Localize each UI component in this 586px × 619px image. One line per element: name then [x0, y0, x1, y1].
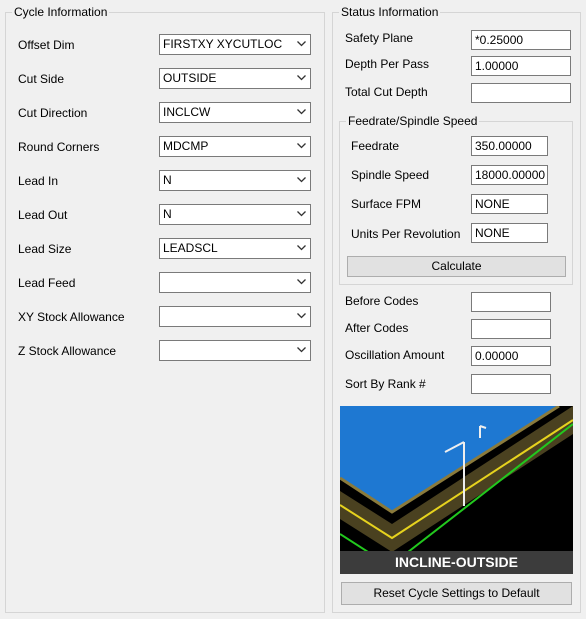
cut-direction-label: Cut Direction: [18, 106, 88, 120]
lead-in-dropdown[interactable]: N: [159, 170, 311, 191]
lead-in-value: N: [163, 173, 172, 187]
chevron-down-icon[interactable]: [293, 171, 310, 190]
z-stock-allowance-label: Z Stock Allowance: [18, 344, 117, 358]
lead-size-label: Lead Size: [18, 242, 72, 256]
lead-out-label: Lead Out: [18, 208, 68, 222]
chevron-down-icon[interactable]: [293, 137, 310, 156]
cut-direction-value: INCLCW: [163, 105, 211, 119]
chevron-down-icon[interactable]: [293, 205, 310, 224]
safety-plane-label: Safety Plane: [345, 31, 414, 45]
offset-dim-label: Offset Dim: [18, 38, 75, 52]
lead-in-label: Lead In: [18, 174, 59, 188]
xy-stock-allowance-dropdown[interactable]: [159, 306, 311, 327]
z-stock-allowance-dropdown[interactable]: [159, 340, 311, 361]
round-corners-label: Round Corners: [18, 140, 100, 154]
incline-outside-illustration: [340, 406, 573, 574]
round-corners-value: MDCMP: [163, 139, 209, 153]
sort-by-rank-label: Sort By Rank #: [345, 377, 426, 391]
lead-out-value: N: [163, 207, 172, 221]
lead-size-dropdown[interactable]: LEADSCL: [159, 238, 311, 259]
status-information-title: Status Information: [339, 5, 441, 19]
feedrate-spindle-title: Feedrate/Spindle Speed: [346, 114, 480, 128]
chevron-down-icon[interactable]: [293, 69, 310, 88]
surface-fpm-label: Surface FPM: [351, 197, 422, 211]
oscillation-amount-label: Oscillation Amount: [345, 348, 445, 362]
reset-cycle-settings-button[interactable]: Reset Cycle Settings to Default: [341, 582, 572, 605]
cycle-preview-image: INCLINE-OUTSIDE: [340, 406, 573, 574]
before-codes-label: Before Codes: [345, 294, 419, 308]
depth-per-pass-label: Depth Per Pass: [345, 57, 430, 71]
surface-fpm-field[interactable]: NONE: [471, 194, 548, 214]
after-codes-field[interactable]: [471, 319, 551, 339]
units-per-revolution-label: Units Per Revolution: [351, 227, 461, 241]
lead-feed-dropdown[interactable]: [159, 272, 311, 293]
offset-dim-value: FIRSTXY XYCUTLOC: [163, 37, 283, 51]
feedrate-field[interactable]: 350.00000: [471, 136, 548, 156]
cut-direction-dropdown[interactable]: INCLCW: [159, 102, 311, 123]
chevron-down-icon[interactable]: [293, 341, 310, 360]
chevron-down-icon[interactable]: [293, 307, 310, 326]
xy-stock-allowance-label: XY Stock Allowance: [18, 310, 125, 324]
chevron-down-icon[interactable]: [293, 35, 310, 54]
calculate-button[interactable]: Calculate: [347, 256, 566, 277]
chevron-down-icon[interactable]: [293, 239, 310, 258]
sort-by-rank-field[interactable]: [471, 374, 551, 394]
spindle-speed-label: Spindle Speed: [351, 168, 430, 182]
total-cut-depth-label: Total Cut Depth: [345, 85, 428, 99]
spindle-speed-field[interactable]: 18000.00000: [471, 165, 548, 185]
offset-dim-dropdown[interactable]: FIRSTXY XYCUTLOC: [159, 34, 311, 55]
preview-caption: INCLINE-OUTSIDE: [340, 551, 573, 574]
cycle-information-title: Cycle Information: [12, 5, 110, 19]
cut-side-value: OUTSIDE: [163, 71, 217, 85]
round-corners-dropdown[interactable]: MDCMP: [159, 136, 311, 157]
cut-side-label: Cut Side: [18, 72, 65, 86]
units-per-revolution-field[interactable]: NONE: [471, 223, 548, 243]
lead-feed-label: Lead Feed: [18, 276, 76, 290]
before-codes-field[interactable]: [471, 292, 551, 312]
oscillation-amount-field[interactable]: 0.00000: [471, 346, 551, 366]
total-cut-depth-field[interactable]: [471, 83, 571, 103]
chevron-down-icon[interactable]: [293, 103, 310, 122]
depth-per-pass-field[interactable]: 1.00000: [471, 56, 571, 76]
after-codes-label: After Codes: [345, 321, 409, 335]
lead-out-dropdown[interactable]: N: [159, 204, 311, 225]
chevron-down-icon[interactable]: [293, 273, 310, 292]
safety-plane-field[interactable]: *0.25000: [471, 30, 571, 50]
cut-side-dropdown[interactable]: OUTSIDE: [159, 68, 311, 89]
feedrate-label: Feedrate: [351, 139, 400, 153]
lead-size-value: LEADSCL: [163, 241, 218, 255]
